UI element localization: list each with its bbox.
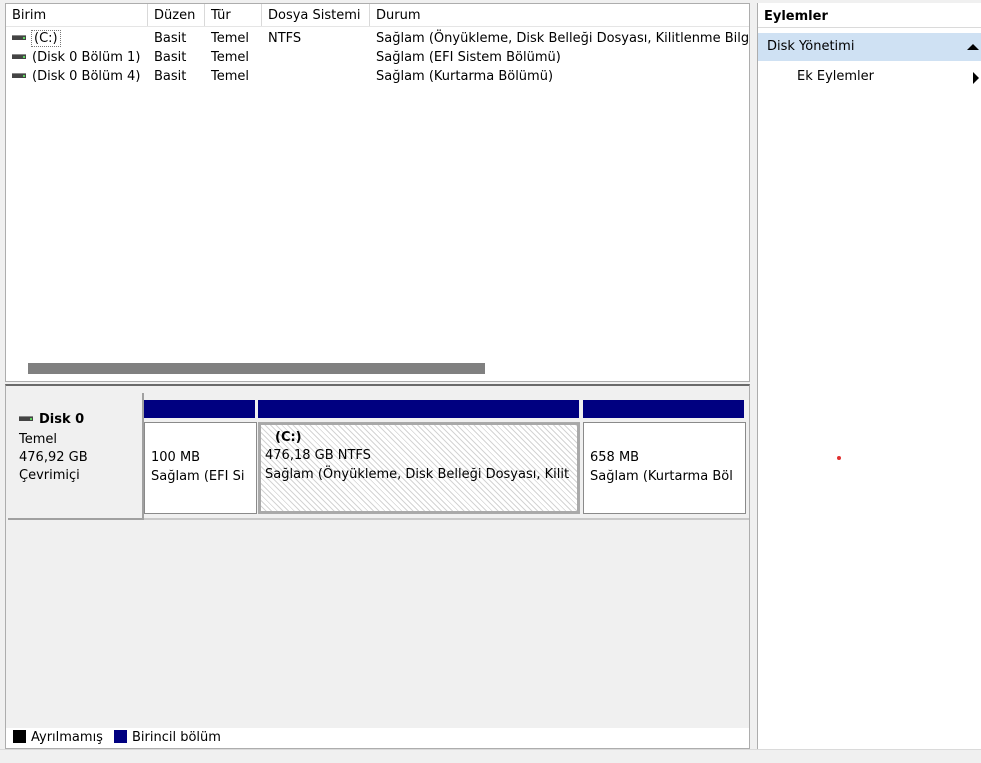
status-cell: Sağlam (EFI Sistem Bölümü) (376, 50, 561, 65)
status-cell: Sağlam (Önyükleme, Disk Belleği Dosyası,… (376, 31, 749, 46)
layout-cell: Basit (154, 69, 187, 84)
disk-name: Disk 0 (39, 412, 85, 427)
partition-bar-c (258, 400, 579, 418)
legend-item-unallocated: Ayrılmamış (13, 728, 103, 748)
submenu-arrow-icon (973, 72, 979, 84)
column-header-duzen[interactable]: Düzen (148, 4, 205, 26)
legend-label: Ayrılmamış (31, 730, 103, 745)
drive-icon (12, 35, 26, 40)
collapse-icon[interactable] (967, 44, 979, 50)
more-actions-label: Ek Eylemler (797, 69, 875, 84)
volume-name-cell: (C:) (6, 29, 148, 48)
type-cell: Temel (211, 50, 250, 65)
type-cell: Temel (211, 69, 250, 84)
drive-icon (19, 416, 33, 421)
partition-efi[interactable]: 100 MB Sağlam (EFI Si (144, 422, 257, 514)
status-cell: Sağlam (Kurtarma Bölümü) (376, 69, 554, 84)
partition-status: Sağlam (Kurtarma Böl (590, 469, 733, 484)
partition-size: 100 MB (151, 450, 201, 465)
disk-graphical-view: Disk 0 Temel 476,92 GB Çevrimiçi 100 MB … (5, 384, 750, 731)
primary-swatch (114, 730, 127, 743)
filesystem-cell (262, 67, 370, 86)
more-actions-item[interactable]: Ek Eylemler (758, 65, 981, 89)
column-header-tur[interactable]: Tür (205, 4, 262, 26)
drive-icon (12, 54, 26, 59)
disk-size: 476,92 GB (19, 450, 88, 465)
volume-list: Birim Düzen Tür Dosya Sistemi Durum (C:)… (5, 3, 750, 382)
divider (144, 518, 749, 520)
volume-name-cell: (Disk 0 Bölüm 4) (6, 67, 148, 86)
partition-size: 658 MB (590, 450, 640, 465)
volume-name: (C:) (31, 30, 61, 47)
column-header-row: Birim Düzen Tür Dosya Sistemi Durum (6, 4, 749, 27)
partition-bar-recovery (583, 400, 744, 418)
partition-recovery[interactable]: 658 MB Sağlam (Kurtarma Böl (583, 422, 746, 514)
legend: Ayrılmamış Birincil bölüm (5, 728, 750, 749)
volume-name: (Disk 0 Bölüm 1) (32, 50, 141, 65)
column-header-dosya-sistemi[interactable]: Dosya Sistemi (262, 4, 370, 26)
horizontal-scrollbar[interactable] (6, 357, 749, 374)
column-header-durum[interactable]: Durum (370, 4, 749, 26)
disk-status: Çevrimiçi (19, 468, 80, 483)
partition-status: Sağlam (Önyükleme, Disk Belleği Dosyası,… (265, 467, 570, 482)
table-row[interactable]: (Disk 0 Bölüm 4) Basit Temel Sağlam (Kur… (6, 67, 749, 86)
volume-name-cell: (Disk 0 Bölüm 1) (6, 48, 148, 67)
layout-cell: Basit (154, 31, 187, 46)
actions-title: Eylemler (758, 3, 981, 28)
partition-bar-efi (144, 400, 255, 418)
layout-cell: Basit (154, 50, 187, 65)
filesystem-cell (262, 48, 370, 67)
status-bar (0, 749, 981, 763)
table-row[interactable]: (C:) Basit Temel NTFS Sağlam (Önyükleme,… (6, 29, 749, 48)
actions-section-disk-management[interactable]: Disk Yönetimi (758, 33, 981, 61)
scrollbar-thumb[interactable] (28, 363, 485, 374)
legend-item-primary: Birincil bölüm (114, 728, 221, 748)
partition-size: 476,18 GB NTFS (265, 448, 371, 463)
volume-name: (Disk 0 Bölüm 4) (32, 69, 141, 84)
column-header-birim[interactable]: Birim (6, 4, 148, 26)
partition-status: Sağlam (EFI Si (151, 469, 245, 484)
drive-icon (12, 73, 26, 78)
partition-c-selected[interactable]: (C:) 476,18 GB NTFS Sağlam (Önyükleme, D… (258, 422, 580, 514)
type-cell: Temel (211, 31, 250, 46)
filesystem-cell: NTFS (268, 31, 302, 46)
disk-type: Temel (19, 432, 58, 447)
unallocated-swatch (13, 730, 26, 743)
table-row[interactable]: (Disk 0 Bölüm 1) Basit Temel Sağlam (EFI… (6, 48, 749, 67)
partition-title: (C:) (275, 430, 302, 445)
actions-pane: Eylemler Disk Yönetimi Ek Eylemler (757, 3, 981, 751)
section-label: Disk Yönetimi (767, 39, 855, 54)
legend-label: Birincil bölüm (132, 730, 221, 745)
disk-info-box[interactable]: Disk 0 Temel 476,92 GB Çevrimiçi (8, 393, 144, 520)
cursor-dot (837, 456, 841, 460)
disk-title: Disk 0 (19, 411, 84, 428)
